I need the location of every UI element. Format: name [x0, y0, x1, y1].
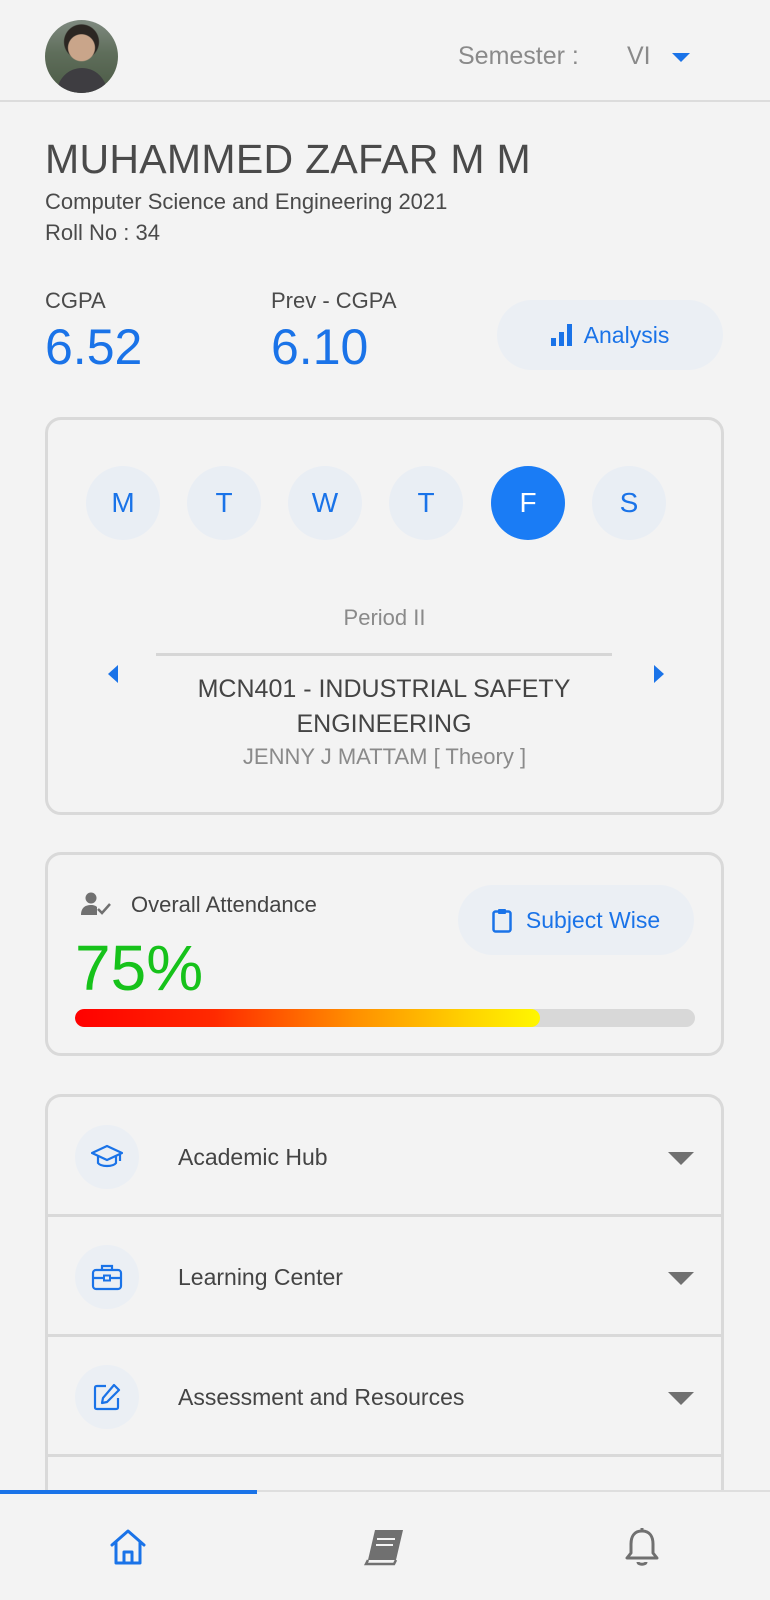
analysis-label: Analysis	[583, 321, 670, 348]
menu-item-learning-center[interactable]: Learning Center	[48, 1217, 721, 1337]
chevron-down-icon	[668, 1272, 694, 1285]
department: Computer Science and Engineering 2021	[45, 189, 448, 214]
attendance-title: Overall Attendance	[131, 892, 317, 917]
subject-wise-label: Subject Wise	[525, 906, 661, 933]
semester-value[interactable]: VI	[627, 42, 651, 71]
active-tab-indicator	[0, 1490, 257, 1494]
top-bar: Semester : VI	[0, 0, 770, 102]
semester-label: Semester :	[458, 42, 579, 70]
avatar[interactable]	[45, 20, 118, 93]
bell-icon[interactable]	[617, 1522, 667, 1572]
user-check-icon	[81, 892, 111, 915]
day-friday[interactable]: F	[491, 466, 565, 540]
prev-cgpa-label: Prev - CGPA	[271, 288, 397, 313]
cgpa-label: CGPA	[45, 288, 106, 313]
prev-cgpa-value: 6.10	[271, 319, 369, 375]
chevron-down-icon	[668, 1152, 694, 1165]
period-label: Period II	[343, 605, 426, 630]
previous-period-icon[interactable]	[108, 665, 118, 683]
day-wednesday[interactable]: W	[288, 466, 362, 540]
teacher-name: JENNY J MATTAM [ Theory ]	[242, 744, 527, 769]
menu-label: Assessment and Resources	[178, 1384, 465, 1410]
day-tuesday[interactable]: T	[187, 466, 261, 540]
day-thursday[interactable]: T	[389, 466, 463, 540]
attendance-progress-fill	[75, 1009, 540, 1027]
clipboard-icon	[492, 908, 512, 933]
divider	[156, 653, 612, 656]
menu-label: Learning Center	[178, 1264, 343, 1290]
attendance-value: 75%	[75, 932, 204, 1004]
day-saturday[interactable]: S	[592, 466, 666, 540]
attendance-card: Overall Attendance 75% Subject Wise	[45, 852, 724, 1056]
menu-label: Academic Hub	[178, 1144, 328, 1170]
bottom-navigation	[0, 1490, 770, 1600]
bar-chart-icon	[550, 324, 572, 346]
graduation-cap-icon	[75, 1125, 139, 1189]
menu-item-assessment-resources[interactable]: Assessment and Resources	[48, 1337, 721, 1457]
subject-wise-button[interactable]: Subject Wise	[458, 885, 694, 955]
menu-item-academic-hub[interactable]: Academic Hub	[48, 1097, 721, 1217]
cgpa-value: 6.52	[45, 319, 143, 375]
next-period-icon[interactable]	[654, 665, 664, 683]
chevron-down-icon[interactable]	[672, 53, 690, 62]
student-name: MUHAMMED ZAFAR M M	[45, 136, 531, 182]
edit-icon	[75, 1365, 139, 1429]
roll-number: Roll No : 34	[45, 220, 160, 245]
book-icon[interactable]	[360, 1522, 410, 1572]
analysis-button[interactable]: Analysis	[497, 300, 723, 370]
chevron-down-icon	[668, 1392, 694, 1405]
subject-title: MCN401 - INDUSTRIAL SAFETY ENGINEERING	[197, 675, 571, 738]
briefcase-icon	[75, 1245, 139, 1309]
timetable-card: M T W T F S Period II MCN401 - INDUSTRIA…	[45, 417, 724, 815]
day-monday[interactable]: M	[86, 466, 160, 540]
attendance-progress-bar	[75, 1009, 695, 1027]
home-icon[interactable]	[103, 1522, 153, 1572]
